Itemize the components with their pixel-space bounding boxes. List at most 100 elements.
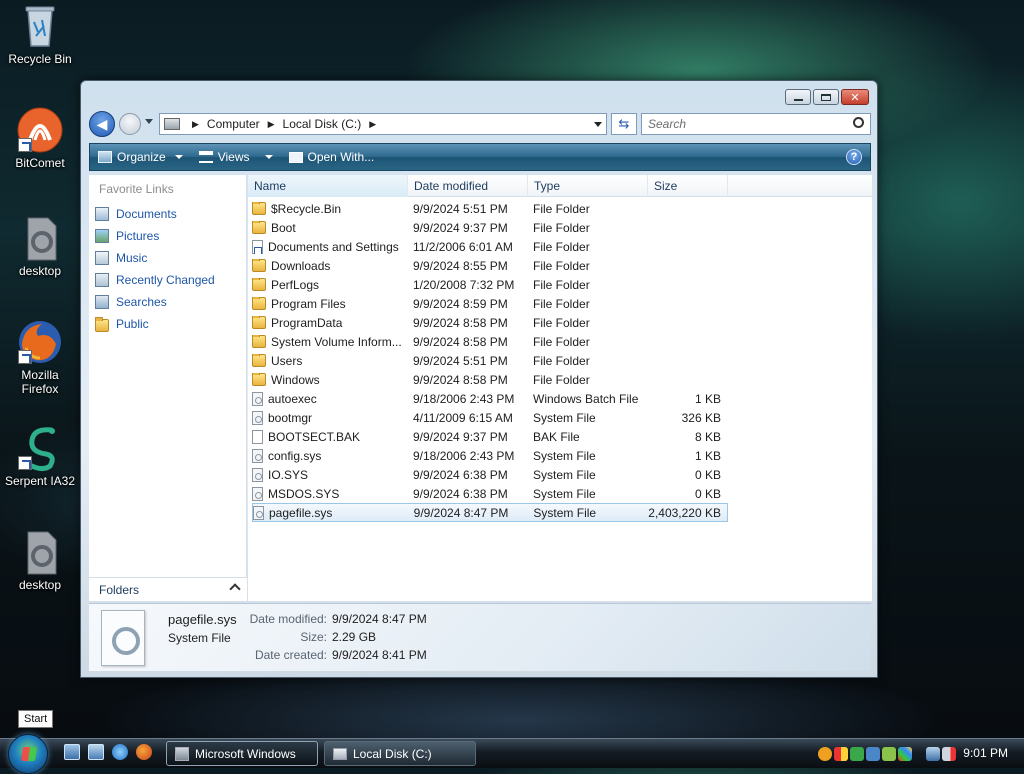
file-icon xyxy=(252,467,263,482)
music-icon xyxy=(95,251,109,265)
desktop-icon-serpent[interactable]: Serpent IA32 xyxy=(0,424,80,488)
search-icon[interactable] xyxy=(853,117,864,128)
file-name: Windows xyxy=(271,372,320,387)
clock[interactable]: 9:01 PM xyxy=(963,746,1008,760)
maximize-button[interactable] xyxy=(813,89,839,105)
file-name: autoexec xyxy=(268,391,317,406)
table-row[interactable]: ProgramData 9/9/2024 8:58 PM File Folder xyxy=(252,313,872,332)
taskbar-button-local-disk[interactable]: Local Disk (C:) xyxy=(324,741,476,766)
desktop-icon-recycle-bin[interactable]: Recycle Bin xyxy=(0,2,80,66)
table-row[interactable]: BOOTSECT.BAK 9/9/2024 9:37 PM BAK File 8 KB xyxy=(252,427,872,446)
taskbar-button-label: Local Disk (C:) xyxy=(353,746,432,761)
shortcut-arrow-icon xyxy=(18,350,32,364)
organize-button[interactable]: Organize xyxy=(90,144,191,170)
close-button[interactable]: ✕ xyxy=(841,89,869,105)
table-row[interactable]: PerfLogs 1/20/2008 7:32 PM File Folder xyxy=(252,275,872,294)
table-row[interactable]: pagefile.sys 9/9/2024 8:47 PM System File 2… xyxy=(252,503,728,522)
desktop-icon-label: Mozilla Firefox xyxy=(21,368,59,396)
file-type: System File xyxy=(533,486,596,501)
nav-link-label: Music xyxy=(116,251,148,265)
back-button[interactable]: ◀ xyxy=(89,111,115,137)
file-size: 0 KB xyxy=(694,486,721,501)
table-row[interactable]: Boot 9/9/2024 9:37 PM File Folder xyxy=(252,218,872,237)
table-row[interactable]: Program Files 9/9/2024 8:59 PM File Folder xyxy=(252,294,872,313)
nav-link-searches[interactable]: Searches xyxy=(89,291,246,313)
recent-pages-dropdown[interactable] xyxy=(145,119,153,124)
file-type: System File xyxy=(533,410,596,425)
flag-icon[interactable] xyxy=(898,747,912,761)
table-row[interactable]: Downloads 9/9/2024 8:55 PM File Folder xyxy=(252,256,872,275)
start-button[interactable] xyxy=(8,734,48,774)
command-bar: Organize Views Open With... ? xyxy=(89,143,871,171)
column-header-type[interactable]: Type xyxy=(528,175,648,197)
desktop-icon-desktop-2[interactable]: desktop xyxy=(0,528,80,592)
breadcrumb-computer[interactable]: Computer xyxy=(207,117,260,131)
folders-toggle[interactable]: Folders xyxy=(89,577,247,601)
desktop-icon-bitcomet[interactable]: BitComet xyxy=(0,106,80,170)
file-size: 1 KB xyxy=(694,448,721,463)
network-icon[interactable] xyxy=(926,747,940,761)
bitcomet-tray-icon[interactable] xyxy=(818,747,832,761)
minimize-button[interactable] xyxy=(785,89,811,105)
column-header-name[interactable]: Name xyxy=(248,175,408,197)
table-row[interactable]: IO.SYS 9/9/2024 6:38 PM System File 0 KB xyxy=(252,465,872,484)
recently-changed-icon xyxy=(95,273,109,287)
file-size: 2,403,220 KB xyxy=(648,505,721,520)
update-icon[interactable] xyxy=(882,747,896,761)
column-header-size[interactable]: Size xyxy=(648,175,728,197)
file-date: 9/18/2006 2:43 PM xyxy=(413,448,515,463)
address-bar[interactable]: ▶ Computer ▶ Local Disk (C:) ▶ xyxy=(159,113,607,135)
file-date: 9/9/2024 6:38 PM xyxy=(413,486,508,501)
shield-check-icon[interactable] xyxy=(866,747,880,761)
desktop-icon-firefox[interactable]: Mozilla Firefox xyxy=(0,318,80,396)
forward-button[interactable] xyxy=(119,113,141,135)
table-row[interactable]: $Recycle.Bin 9/9/2024 5:51 PM File Folder xyxy=(252,199,872,218)
help-icon[interactable]: ? xyxy=(846,149,862,165)
file-name-cell: Program Files xyxy=(252,296,407,311)
table-row[interactable]: config.sys 9/18/2006 2:43 PM System File 1 … xyxy=(252,446,872,465)
desktop-icon-desktop[interactable]: desktop xyxy=(0,214,80,278)
firefox-quicklaunch-icon[interactable] xyxy=(136,744,152,760)
table-row[interactable]: System Volume Inform... 9/9/2024 8:58 PM F… xyxy=(252,332,872,351)
views-button[interactable]: Views xyxy=(191,144,281,170)
breadcrumb-local-disk[interactable]: Local Disk (C:) xyxy=(283,117,362,131)
organize-label: Organize xyxy=(117,150,166,164)
table-row[interactable]: MSDOS.SYS 9/9/2024 6:38 PM System File 0 KB xyxy=(252,484,872,503)
folder-icon xyxy=(252,220,266,234)
file-type: File Folder xyxy=(533,201,590,216)
file-name-cell: MSDOS.SYS xyxy=(252,486,407,501)
taskbar-button-microsoft-windows[interactable]: Microsoft Windows xyxy=(166,741,318,766)
file-date: 9/9/2024 5:51 PM xyxy=(413,201,508,216)
search-input[interactable] xyxy=(646,116,846,132)
nav-link-music[interactable]: Music xyxy=(89,247,246,269)
desktop-icon-label: BitComet xyxy=(15,156,65,170)
internet-explorer-icon[interactable] xyxy=(112,744,128,760)
table-row[interactable]: autoexec 9/18/2006 2:43 PM Windows Batch F… xyxy=(252,389,872,408)
file-date: 9/9/2024 8:58 PM xyxy=(413,372,508,387)
nav-link-documents[interactable]: Documents xyxy=(89,203,246,225)
refresh-button[interactable]: ⇆ xyxy=(611,113,637,135)
file-name-cell: PerfLogs xyxy=(252,277,407,292)
open-with-button[interactable]: Open With... xyxy=(281,144,383,170)
security-shield-icon[interactable] xyxy=(834,747,848,761)
folder-icon xyxy=(252,315,266,329)
file-type: File Folder xyxy=(533,220,590,235)
table-row[interactable]: Documents and Settings 11/2/2006 6:01 AM F… xyxy=(252,237,872,256)
network-check-icon[interactable] xyxy=(850,747,864,761)
nav-link-public[interactable]: Public xyxy=(89,313,246,335)
file-name-cell: config.sys xyxy=(252,448,407,463)
switch-windows-icon[interactable] xyxy=(88,744,104,760)
file-type: File Folder xyxy=(533,372,590,387)
nav-link-recently-changed[interactable]: Recently Changed xyxy=(89,269,246,291)
address-dropdown-icon[interactable] xyxy=(594,122,602,127)
volume-muted-icon[interactable] xyxy=(942,747,956,761)
table-row[interactable]: bootmgr 4/11/2009 6:15 AM System File 326 K… xyxy=(252,408,872,427)
show-desktop-icon[interactable] xyxy=(64,744,80,760)
nav-link-pictures[interactable]: Pictures xyxy=(89,225,246,247)
column-header-date-modified[interactable]: Date modified xyxy=(408,175,528,197)
table-row[interactable]: Windows 9/9/2024 8:58 PM File Folder xyxy=(252,370,872,389)
back-arrow-icon: ◀ xyxy=(96,115,108,132)
recycle-bin-icon xyxy=(16,2,64,50)
table-row[interactable]: Users 9/9/2024 5:51 PM File Folder xyxy=(252,351,872,370)
drive-icon xyxy=(333,747,347,760)
